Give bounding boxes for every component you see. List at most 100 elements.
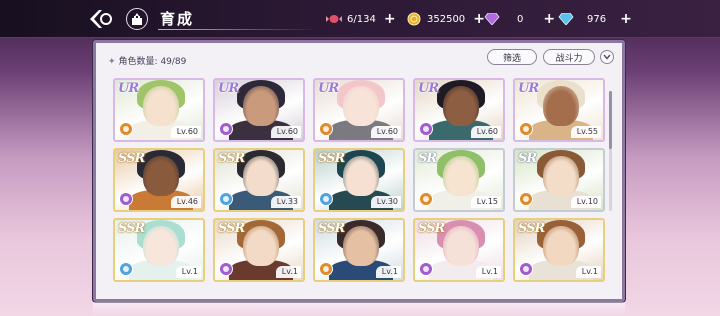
level-label: Lv.46 <box>170 196 201 208</box>
rarity-badge: UR <box>218 81 239 96</box>
rarity-badge: UR <box>118 81 139 96</box>
character-panel: ✦ 角色数量: 49/89 筛选 战斗力 UR Lv.60 UR Lv.60 UR Lv.6… <box>93 40 625 302</box>
level-label: Lv.60 <box>170 126 201 138</box>
candy-icon <box>326 11 342 27</box>
resource-purple-gem: 0 + <box>484 10 555 28</box>
character-count: ✦ 角色数量: 49/89 <box>108 54 186 67</box>
attribute-icon <box>419 122 433 136</box>
attribute-icon <box>519 122 533 136</box>
level-label: Lv.1 <box>375 266 401 278</box>
scrollbar[interactable] <box>609 91 612 211</box>
character-card[interactable]: SR Lv.15 <box>413 148 505 212</box>
character-card[interactable]: SSR Lv.46 <box>113 148 205 212</box>
castle-icon <box>132 13 142 25</box>
character-card[interactable]: SSR Lv.1 <box>513 218 605 282</box>
attribute-icon <box>519 262 533 276</box>
character-count-text: 角色数量: 49/89 <box>118 57 187 67</box>
character-card[interactable]: UR Lv.60 <box>413 78 505 142</box>
character-card[interactable]: SSR Lv.30 <box>313 148 405 212</box>
character-portrait <box>143 86 179 126</box>
character-card[interactable]: SSR Lv.1 <box>113 218 205 282</box>
back-button[interactable] <box>88 7 114 31</box>
rarity-badge: SSR <box>218 221 245 236</box>
character-portrait <box>243 226 279 266</box>
level-label: Lv.60 <box>270 126 301 138</box>
character-card[interactable]: UR Lv.55 <box>513 78 605 142</box>
add-candy-button[interactable]: + <box>384 12 396 26</box>
level-label: Lv.1 <box>175 266 201 278</box>
top-bar: 育成 6/134 + 352500 + 0 + 976 + <box>0 0 720 38</box>
character-card[interactable]: UR Lv.60 <box>313 78 405 142</box>
rarity-badge: SSR <box>118 151 145 166</box>
coin-icon <box>406 11 422 27</box>
home-button[interactable] <box>126 8 148 30</box>
character-card[interactable]: SSR Lv.1 <box>413 218 505 282</box>
attribute-icon <box>319 192 333 206</box>
title-underline <box>158 29 318 30</box>
character-portrait <box>443 156 479 196</box>
rarity-badge: SSR <box>518 221 545 236</box>
character-card[interactable]: SSR Lv.33 <box>213 148 305 212</box>
chevron-down-icon <box>603 54 611 60</box>
attribute-icon <box>319 122 333 136</box>
level-label: Lv.10 <box>570 196 601 208</box>
character-grid: UR Lv.60 UR Lv.60 UR Lv.60 UR Lv.60 UR Lv.55 SSR Lv… <box>113 76 613 302</box>
panel-header: ✦ 角色数量: 49/89 筛选 战斗力 <box>96 43 622 73</box>
resource-value: 352500 <box>427 13 466 25</box>
character-card[interactable]: UR Lv.60 <box>113 78 205 142</box>
level-label: Lv.1 <box>275 266 301 278</box>
attribute-icon <box>219 192 233 206</box>
attribute-icon <box>119 122 133 136</box>
scrollbar-thumb[interactable] <box>609 91 612 149</box>
character-portrait <box>543 226 579 266</box>
level-label: Lv.30 <box>370 196 401 208</box>
filter-button[interactable]: 筛选 <box>487 49 537 65</box>
resource-value: 976 <box>587 13 607 25</box>
character-portrait <box>143 156 179 196</box>
attribute-icon <box>519 192 533 206</box>
sort-button[interactable]: 战斗力 <box>543 49 595 65</box>
rarity-badge: SR <box>418 151 437 166</box>
character-portrait <box>443 86 479 126</box>
character-card[interactable]: SR Lv.10 <box>513 148 605 212</box>
rarity-badge: SR <box>518 151 537 166</box>
character-card[interactable]: UR Lv.60 <box>213 78 305 142</box>
character-portrait <box>143 226 179 266</box>
level-label: Lv.60 <box>470 126 501 138</box>
character-card[interactable]: SSR Lv.1 <box>313 218 405 282</box>
character-portrait <box>343 156 379 196</box>
level-label: Lv.60 <box>370 126 401 138</box>
attribute-icon <box>119 262 133 276</box>
resource-coin: 352500 + <box>406 10 485 28</box>
resource-value: 0 <box>517 13 524 25</box>
rarity-badge: SSR <box>218 151 245 166</box>
character-card[interactable]: SSR Lv.1 <box>213 218 305 282</box>
rarity-badge: UR <box>418 81 439 96</box>
rarity-badge: SSR <box>318 221 345 236</box>
resource-value: 6/134 <box>347 13 376 25</box>
attribute-icon <box>319 262 333 276</box>
resource-blue-gem: 976 + <box>558 10 632 28</box>
rarity-badge: UR <box>318 81 339 96</box>
rarity-badge: SSR <box>318 151 345 166</box>
panel-bottom-glow <box>93 302 625 316</box>
sparkle-icon: ✦ <box>108 57 116 67</box>
level-label: Lv.1 <box>575 266 601 278</box>
attribute-icon <box>419 192 433 206</box>
character-portrait <box>443 226 479 266</box>
page-title: 育成 <box>160 10 195 28</box>
blue-gem-icon <box>558 11 574 27</box>
attribute-icon <box>419 262 433 276</box>
character-portrait <box>243 86 279 126</box>
add-blue-gem-button[interactable]: + <box>620 12 632 26</box>
character-portrait <box>543 156 579 196</box>
attribute-icon <box>219 262 233 276</box>
attribute-icon <box>119 192 133 206</box>
character-portrait <box>343 226 379 266</box>
sort-dropdown-button[interactable] <box>600 50 614 64</box>
level-label: Lv.1 <box>475 266 501 278</box>
rarity-badge: SSR <box>118 221 145 236</box>
add-purple-gem-button[interactable]: + <box>543 12 555 26</box>
character-portrait <box>343 86 379 126</box>
level-label: Lv.33 <box>270 196 301 208</box>
